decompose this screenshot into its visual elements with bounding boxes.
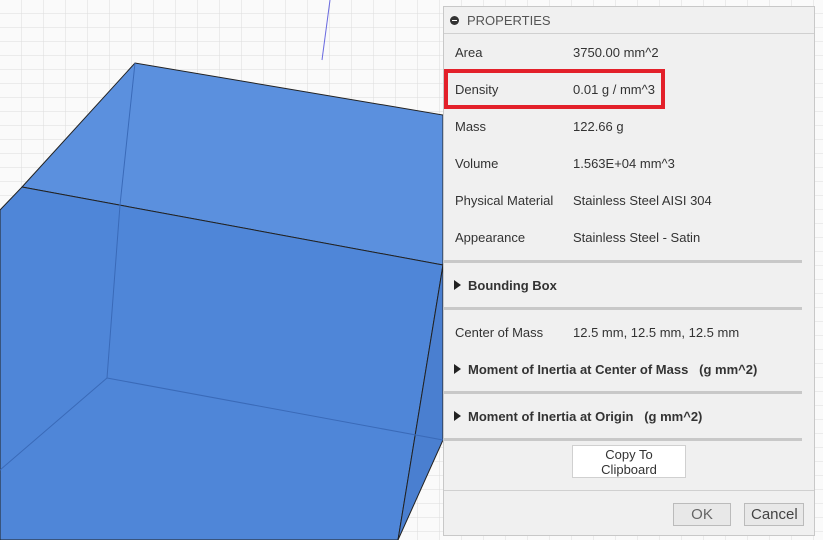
property-value: 3750.00 mm^2 bbox=[573, 45, 659, 60]
property-row: Physical Material Stainless Steel AISI 30… bbox=[444, 182, 814, 219]
divider bbox=[444, 307, 802, 310]
dialog-footer: OK Cancel bbox=[444, 490, 814, 535]
bounding-box-section[interactable]: Bounding Box bbox=[444, 267, 814, 303]
property-value: Stainless Steel - Satin bbox=[573, 230, 701, 245]
divider bbox=[444, 260, 802, 263]
section-label: Bounding Box bbox=[468, 277, 557, 293]
property-row: Center of Mass 12.5 mm, 12.5 mm, 12.5 mm bbox=[444, 314, 814, 351]
expand-triangle-icon bbox=[454, 280, 461, 290]
property-value: 1.563E+04 mm^3 bbox=[573, 156, 675, 171]
property-value: 12.5 mm, 12.5 mm, 12.5 mm bbox=[573, 325, 740, 340]
panel-header[interactable]: PROPERTIES bbox=[444, 7, 814, 34]
property-row: Area 3750.00 mm^2 bbox=[444, 34, 814, 71]
section-label: Moment of Inertia at Origin (g mm^2) bbox=[468, 408, 703, 424]
cancel-button[interactable]: Cancel bbox=[744, 503, 804, 526]
property-label: Area bbox=[455, 45, 483, 60]
panel-title: PROPERTIES bbox=[467, 12, 551, 28]
property-row: Volume 1.563E+04 mm^3 bbox=[444, 145, 814, 182]
property-label: Center of Mass bbox=[455, 325, 544, 340]
collapse-icon[interactable] bbox=[450, 15, 459, 25]
property-row: Mass 122.66 g bbox=[444, 108, 814, 145]
property-value: 122.66 g bbox=[573, 119, 624, 134]
moi-origin-section[interactable]: Moment of Inertia at Origin (g mm^2) bbox=[444, 398, 814, 434]
property-label: Physical Material bbox=[455, 193, 554, 208]
expand-triangle-icon bbox=[454, 364, 461, 374]
property-label: Volume bbox=[455, 156, 499, 171]
section-label: Moment of Inertia at Center of Mass (g m… bbox=[468, 361, 758, 377]
property-label: Appearance bbox=[455, 230, 526, 245]
expand-triangle-icon bbox=[454, 411, 461, 421]
density-highlight-box bbox=[444, 69, 665, 109]
divider bbox=[444, 391, 802, 394]
divider bbox=[444, 438, 802, 441]
copy-to-clipboard-button[interactable]: Copy To Clipboard bbox=[572, 445, 686, 478]
property-label: Mass bbox=[455, 119, 487, 134]
moi-center-section[interactable]: Moment of Inertia at Center of Mass (g m… bbox=[444, 351, 814, 387]
ok-button[interactable]: OK bbox=[673, 503, 731, 526]
property-value: Stainless Steel AISI 304 bbox=[573, 193, 712, 208]
property-row: Appearance Stainless Steel - Satin bbox=[444, 219, 814, 256]
